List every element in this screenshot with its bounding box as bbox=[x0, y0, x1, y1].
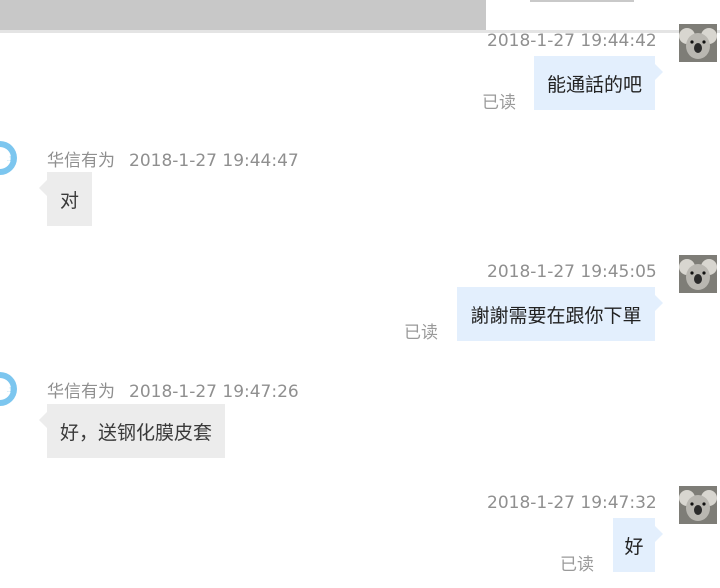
sender-line: 华信有为 2018-1-27 19:44:47 bbox=[47, 146, 299, 171]
read-status: 已读 bbox=[404, 323, 438, 343]
koala-avatar-icon[interactable] bbox=[679, 486, 717, 524]
svg-text:.17: .17 bbox=[7, 156, 17, 163]
sender-name: 华信有为 bbox=[47, 151, 115, 171]
message-timestamp: 2018-1-27 19:44:47 bbox=[129, 151, 299, 171]
koala-avatar-icon[interactable] bbox=[679, 255, 717, 293]
message-timestamp: 2018-1-27 19:47:32 bbox=[487, 493, 657, 513]
sent-message-bubble[interactable]: 能通話的吧 bbox=[534, 56, 663, 110]
sender-line: 华信有为 2018-1-27 19:47:26 bbox=[47, 377, 299, 402]
top-header-bar bbox=[0, 0, 486, 30]
message-timestamp: 2018-1-27 19:45:05 bbox=[487, 262, 657, 282]
koala-avatar-icon[interactable] bbox=[679, 24, 717, 62]
sender-name: 华信有为 bbox=[47, 382, 115, 402]
message-timestamp: 2018-1-27 19:47:26 bbox=[129, 382, 299, 402]
received-message-bubble[interactable]: 对 bbox=[39, 172, 92, 226]
sent-message-bubble[interactable]: 謝謝需要在跟你下單 bbox=[457, 287, 663, 341]
message-timestamp: 2018-1-27 19:44:42 bbox=[487, 31, 657, 51]
svg-text:.17: .17 bbox=[7, 387, 17, 394]
read-status: 已读 bbox=[482, 93, 516, 113]
sent-message-bubble[interactable]: 好 bbox=[613, 518, 663, 572]
contact-avatar-icon[interactable]: .17 bbox=[0, 371, 22, 407]
read-status: 已读 bbox=[560, 555, 594, 575]
panel-handle[interactable] bbox=[530, 0, 634, 2]
received-message-bubble[interactable]: 好，送钢化膜皮套 bbox=[39, 404, 225, 458]
contact-avatar-icon[interactable]: .17 bbox=[0, 140, 22, 176]
